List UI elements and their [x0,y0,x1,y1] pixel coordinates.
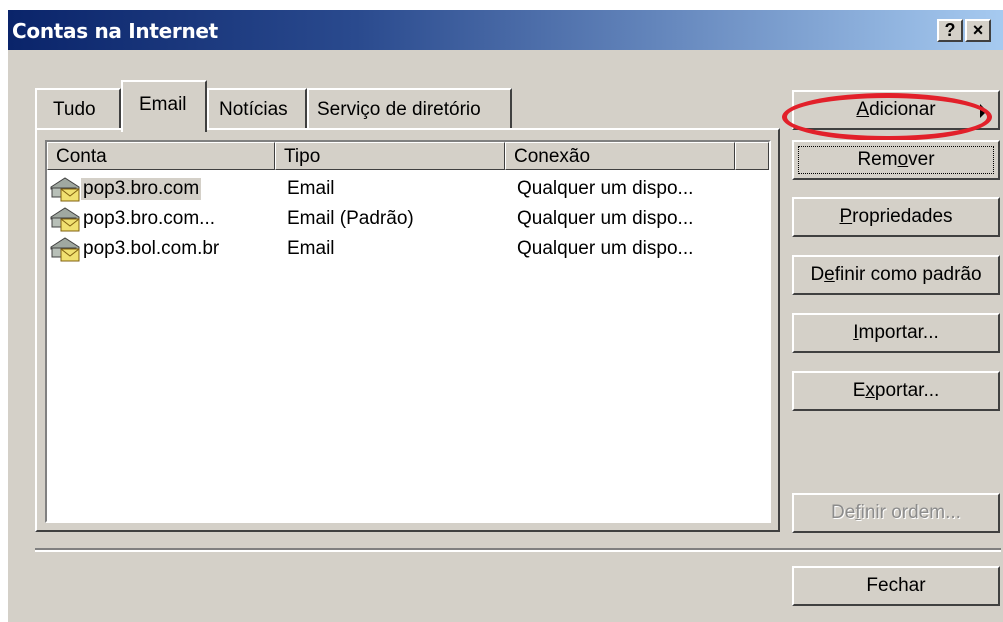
set-default-button[interactable]: Definir como padrão [792,255,1000,295]
account-type: Email (Padrão) [287,208,414,229]
list-item[interactable]: pop3.bro.com Email Qualquer um dispo... [47,174,747,204]
export-button[interactable]: Exportar... [792,371,1000,411]
account-connection: Qualquer um dispo... [517,208,694,229]
import-button[interactable]: Importar... [792,313,1000,353]
column-header-filler [735,142,769,170]
close-button[interactable]: Fechar [792,566,1000,606]
title-bar[interactable]: Contas na Internet ? × [8,10,1003,50]
set-order-button: Definir ordem... [792,493,1000,533]
tab-servico-diretorio[interactable]: Serviço de diretório [307,88,512,128]
account-type: Email [287,238,335,259]
tab-noticias[interactable]: Notícias [207,88,307,128]
remove-button[interactable]: Remover [792,140,1000,180]
properties-button[interactable]: Propriedades [792,197,1000,237]
internet-accounts-dialog: Contas na Internet ? × Tudo Email Notíci… [8,10,1003,622]
mail-account-icon [50,207,80,232]
mail-account-icon [50,237,80,262]
column-header-conta[interactable]: Conta [47,142,275,170]
account-name: pop3.bro.com [81,178,202,200]
list-item[interactable]: pop3.bro.com... Email (Padrão) Qualquer … [47,204,747,234]
column-header-conexao[interactable]: Conexão [505,142,735,170]
tab-tudo[interactable]: Tudo [35,88,121,128]
close-window-button[interactable]: × [965,19,991,42]
highlight-circle [782,93,992,141]
account-name: pop3.bro.com... [83,208,216,229]
account-connection: Qualquer um dispo... [517,238,694,259]
window-title: Contas na Internet [12,19,218,43]
accounts-list[interactable]: Conta Tipo Conexão pop3.bro.com Email Qu… [45,140,771,523]
separator-line [35,548,1001,552]
account-connection: Qualquer um dispo... [517,178,694,199]
account-name: pop3.bol.com.br [83,238,220,259]
mail-account-icon [50,177,80,202]
column-header-tipo[interactable]: Tipo [275,142,505,170]
tab-email[interactable]: Email [121,80,207,132]
help-button[interactable]: ? [937,19,963,42]
list-item[interactable]: pop3.bol.com.br Email Qualquer um dispo.… [47,234,747,264]
account-type: Email [287,178,335,199]
